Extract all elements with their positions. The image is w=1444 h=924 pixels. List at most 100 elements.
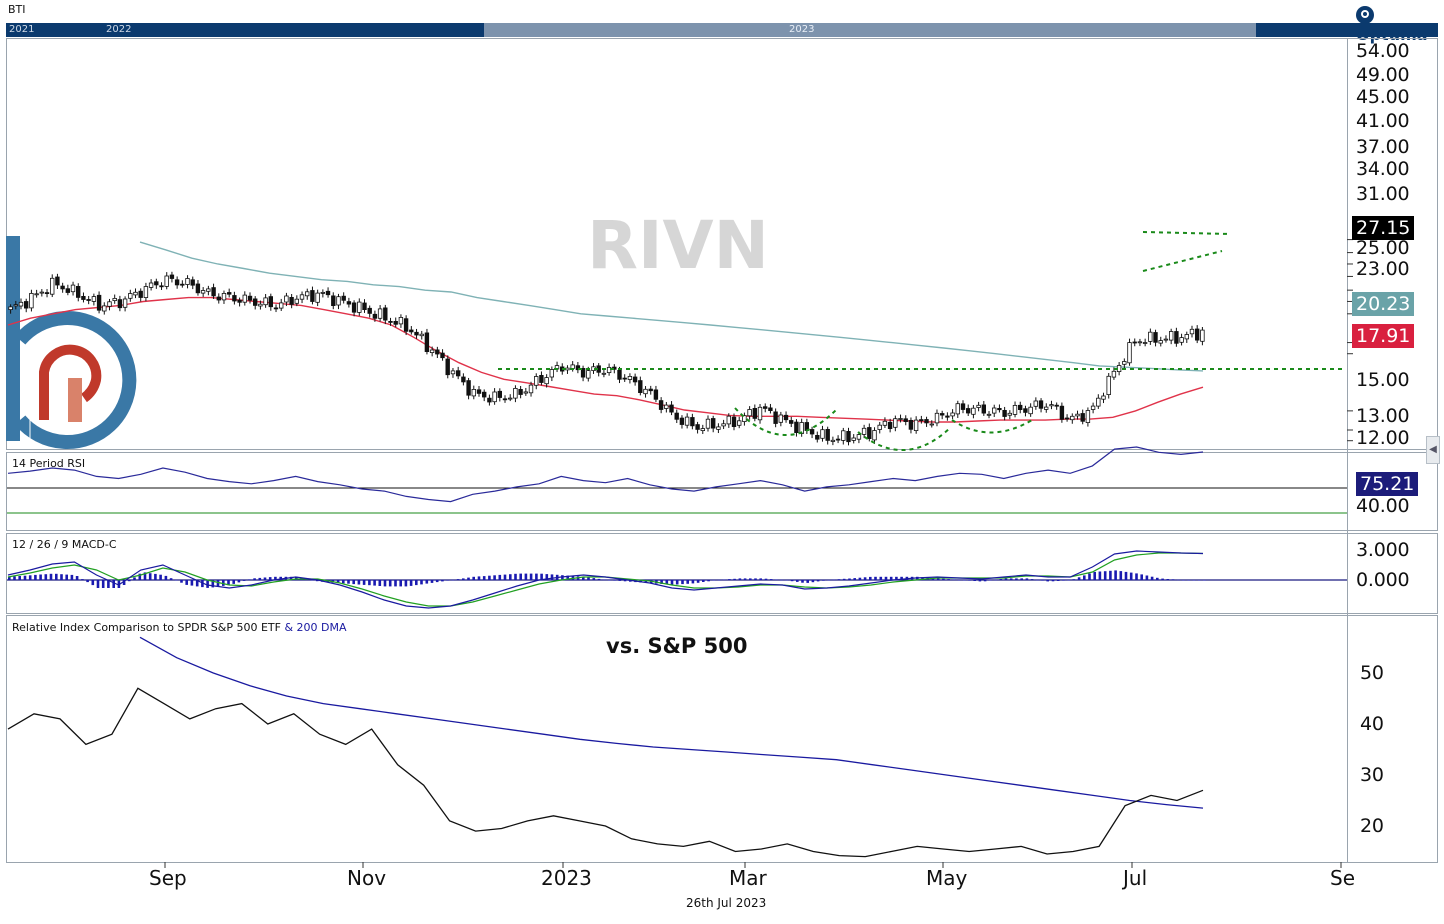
candle (1054, 402, 1059, 410)
candle (424, 328, 430, 355)
scroll-right-button[interactable]: ◀ (1426, 436, 1440, 464)
candle (1163, 335, 1169, 343)
macd-hist-bar (973, 580, 976, 581)
candle (966, 404, 971, 416)
candle (622, 374, 627, 382)
price-axis-label: 37.00 (1356, 136, 1410, 158)
macd-hist-bar (409, 580, 413, 586)
macd-hist-bar (1046, 580, 1049, 582)
candle (55, 273, 60, 289)
macd-hist-bar (415, 580, 418, 586)
candle (1028, 403, 1033, 417)
macd-hist-bar (1114, 570, 1117, 580)
macd-hist-bar (780, 579, 783, 581)
candle (1033, 397, 1038, 410)
candle (1179, 333, 1184, 346)
rsi-path (7, 446, 1204, 503)
macd-hist-bar (936, 578, 940, 580)
macd-hist-bar (13, 576, 16, 580)
candle (1080, 409, 1085, 425)
macd-hist-bar (889, 576, 893, 580)
macd-hist-bar (707, 580, 710, 582)
macd-hist-bar (44, 574, 48, 580)
candle (908, 417, 914, 434)
macd-hist-bar (39, 574, 42, 580)
macd-hist-bar (1103, 571, 1107, 580)
macd-hist-bar (456, 579, 460, 580)
candle (1132, 338, 1137, 347)
macd-hist-bar (722, 579, 726, 580)
candle (955, 400, 960, 418)
relative-axis-label: 40 (1360, 713, 1384, 735)
macd-hist-bar (185, 580, 188, 585)
candle (601, 369, 607, 378)
macd-hist-bar (164, 575, 168, 580)
macd-hist-bar (128, 580, 131, 582)
macd-hist-bar (96, 580, 100, 588)
candle (419, 330, 424, 340)
relative-title-dma: & 200 DMA (284, 621, 347, 634)
macd-hist-bar (942, 578, 945, 580)
candle (383, 304, 388, 325)
macd-hist-bar (1088, 573, 1091, 580)
candle (1106, 373, 1111, 399)
candle (711, 415, 716, 433)
macd-hist-bar (70, 574, 74, 580)
candle (346, 297, 352, 308)
candle (1189, 325, 1195, 338)
macd-hist-bar (175, 580, 178, 581)
candle (1049, 400, 1054, 410)
candle (669, 401, 674, 416)
macd-hist-bar (597, 578, 601, 580)
macd-hist-bar (435, 580, 439, 583)
candle (216, 293, 221, 304)
x-axis-label: Se (1330, 866, 1355, 890)
candle (653, 385, 659, 403)
candle (752, 404, 757, 422)
panel-frames (6, 38, 1438, 863)
macd-hist-bar (519, 573, 522, 580)
candle (1158, 336, 1163, 347)
x-axis-label: Sep (149, 866, 187, 890)
macd-hist-bar (1150, 576, 1154, 580)
relative-panel-title: Relative Index Comparison to SPDR S&P 50… (12, 621, 347, 634)
footer-date: 26th Jul 2023 (686, 896, 767, 910)
candle (440, 349, 445, 361)
macd-hist-bar (169, 578, 173, 580)
candle (809, 426, 815, 439)
macd-hist-bar (101, 580, 105, 588)
macd-hist-bar (1156, 577, 1159, 580)
candle (664, 402, 669, 413)
macd-hist-bar (503, 574, 507, 580)
macd-hist-bar (827, 580, 830, 581)
macd-hist-bar (848, 578, 851, 580)
candle (1090, 402, 1096, 414)
candle (950, 409, 955, 420)
macd-hist-bar (28, 575, 32, 580)
candle (638, 376, 643, 396)
macd-hist-bar (404, 580, 408, 587)
candle (367, 305, 372, 318)
ma200-value-tag: 20.23 (1352, 292, 1415, 316)
candle (1007, 410, 1012, 420)
candle (331, 292, 336, 310)
macd-hist-bar (1119, 571, 1123, 580)
rsi-value-tag: 75.21 (1356, 472, 1419, 496)
candle (481, 389, 487, 402)
price-axis-label: 23.00 (1356, 258, 1410, 280)
macd-hist-bar (18, 576, 21, 580)
macd-hist-bar (310, 580, 314, 581)
candle (1127, 338, 1132, 366)
macd-hist-bar (1176, 579, 1180, 581)
candle (221, 290, 227, 304)
candle (674, 409, 679, 424)
candle (778, 411, 783, 427)
macd-hist-bar (263, 577, 267, 580)
macd-hist-bar (608, 580, 611, 581)
macd-hist-bar (1015, 578, 1018, 580)
macd-hist-bar (488, 575, 491, 580)
candle (117, 295, 123, 312)
candle (1195, 325, 1200, 344)
macd-hist-bar (675, 580, 679, 585)
macd-hist-bar (1129, 572, 1133, 580)
